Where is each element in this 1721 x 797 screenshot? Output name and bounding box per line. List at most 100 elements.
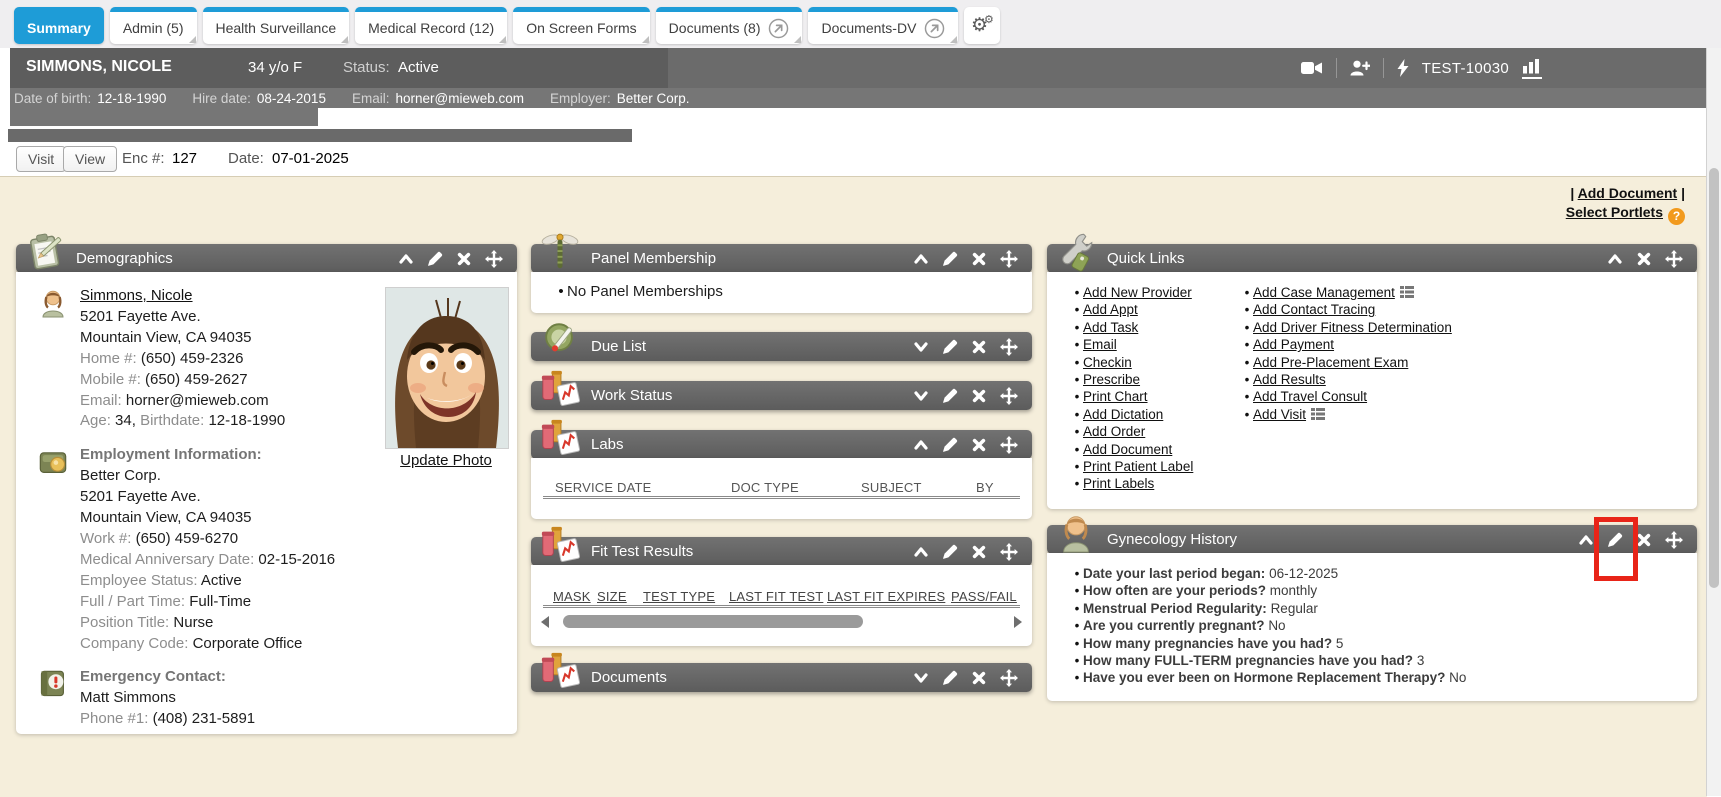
popout-icon[interactable] bbox=[924, 18, 945, 39]
move-icon[interactable] bbox=[1000, 436, 1018, 454]
move-icon[interactable] bbox=[1000, 250, 1018, 268]
quick-link[interactable]: Add Contact Tracing bbox=[1253, 301, 1375, 318]
fit-test-column-header[interactable]: SIZE bbox=[597, 589, 627, 604]
quick-link[interactable]: Add Results bbox=[1253, 371, 1326, 388]
tab-health-surveillance[interactable]: Health Surveillance bbox=[203, 7, 350, 44]
collapse-icon[interactable] bbox=[1578, 532, 1594, 548]
collapse-icon[interactable] bbox=[913, 544, 929, 560]
expand-icon[interactable] bbox=[913, 339, 929, 355]
edit-icon[interactable] bbox=[942, 251, 958, 267]
quick-link[interactable]: Add Pre-Placement Exam bbox=[1253, 354, 1408, 371]
bullet: • bbox=[1071, 475, 1083, 492]
collapse-icon[interactable] bbox=[913, 251, 929, 267]
edit-icon[interactable] bbox=[1607, 532, 1623, 548]
edit-icon[interactable] bbox=[942, 388, 958, 404]
collapse-icon[interactable] bbox=[1607, 251, 1623, 267]
close-icon[interactable] bbox=[1636, 532, 1652, 548]
scrollbar-track[interactable] bbox=[555, 615, 1008, 628]
move-icon[interactable] bbox=[1000, 338, 1018, 356]
lab-bottles-icon bbox=[539, 368, 581, 410]
tab-on-screen-forms[interactable]: On Screen Forms bbox=[513, 7, 649, 44]
expand-icon[interactable] bbox=[913, 388, 929, 404]
tab-documents-dv[interactable]: Documents-DV bbox=[808, 7, 958, 44]
quick-link[interactable]: Print Labels bbox=[1083, 475, 1154, 492]
quick-link[interactable]: Email bbox=[1083, 336, 1117, 353]
quick-link[interactable]: Add Order bbox=[1083, 423, 1145, 440]
close-icon[interactable] bbox=[971, 544, 987, 560]
collapse-icon[interactable] bbox=[398, 251, 414, 267]
bullet: • bbox=[1241, 388, 1253, 405]
scroll-right-arrow[interactable] bbox=[1014, 616, 1022, 628]
fit-test-column-header[interactable]: MASK bbox=[553, 589, 591, 604]
quick-link[interactable]: Add Visit bbox=[1253, 407, 1306, 422]
patient-photo[interactable] bbox=[385, 287, 509, 449]
close-icon[interactable] bbox=[971, 437, 987, 453]
bullet: • bbox=[1071, 617, 1083, 634]
move-icon[interactable] bbox=[1000, 543, 1018, 561]
quick-link[interactable]: Add Driver Fitness Determination bbox=[1253, 319, 1452, 336]
popout-icon[interactable] bbox=[768, 18, 789, 39]
quick-link[interactable]: Checkin bbox=[1083, 354, 1132, 371]
tab-documents[interactable]: Documents (8) bbox=[656, 7, 803, 44]
quick-link[interactable]: Add Dictation bbox=[1083, 406, 1163, 423]
expand-icon[interactable] bbox=[913, 670, 929, 686]
fit-test-column-header[interactable]: PASS/FAIL bbox=[951, 589, 1017, 604]
tab-medical-record[interactable]: Medical Record (12) bbox=[355, 7, 507, 44]
close-icon[interactable] bbox=[971, 670, 987, 686]
bar-chart-icon[interactable] bbox=[1522, 58, 1542, 79]
lab-bottles-icon bbox=[539, 524, 581, 566]
tab-summary[interactable]: Summary bbox=[14, 7, 104, 44]
tab-label: Health Surveillance bbox=[216, 20, 337, 36]
quick-link[interactable]: Add New Provider bbox=[1083, 284, 1192, 301]
edit-icon[interactable] bbox=[942, 339, 958, 355]
quick-link[interactable]: Add Case Management bbox=[1253, 285, 1395, 300]
gyn-question: How often are your periods? bbox=[1083, 583, 1266, 598]
add-document-link[interactable]: Add Document bbox=[1578, 185, 1678, 201]
quick-link[interactable]: Add Appt bbox=[1083, 301, 1138, 318]
lightning-bolt-icon[interactable] bbox=[1397, 59, 1409, 77]
quick-link[interactable]: Add Document bbox=[1083, 441, 1172, 458]
edit-icon[interactable] bbox=[942, 437, 958, 453]
close-icon[interactable] bbox=[971, 388, 987, 404]
quick-link[interactable]: Print Patient Label bbox=[1083, 458, 1193, 475]
scroll-left-arrow[interactable] bbox=[541, 616, 549, 628]
help-icon[interactable]: ? bbox=[1668, 208, 1685, 225]
move-icon[interactable] bbox=[1000, 387, 1018, 405]
fit-test-column-header[interactable]: LAST FIT TEST bbox=[729, 589, 823, 604]
scrollbar-thumb[interactable] bbox=[563, 615, 863, 628]
vertical-scrollbar[interactable] bbox=[1706, 48, 1721, 796]
view-button[interactable]: View bbox=[63, 146, 117, 172]
edit-icon[interactable] bbox=[427, 251, 443, 267]
close-icon[interactable] bbox=[971, 251, 987, 267]
quick-link[interactable]: Prescribe bbox=[1083, 371, 1140, 388]
fit-test-column-header[interactable]: LAST FIT EXPIRES bbox=[827, 589, 945, 604]
close-icon[interactable] bbox=[1636, 251, 1652, 267]
fit-test-column-header[interactable]: TEST TYPE bbox=[643, 589, 715, 604]
video-camera-icon[interactable] bbox=[1301, 61, 1323, 75]
quick-link[interactable]: Add Travel Consult bbox=[1253, 388, 1367, 405]
collapse-icon[interactable] bbox=[913, 437, 929, 453]
quick-link[interactable]: Add Task bbox=[1083, 319, 1138, 336]
close-icon[interactable] bbox=[456, 251, 472, 267]
quick-link[interactable]: Print Chart bbox=[1083, 388, 1148, 405]
move-icon[interactable] bbox=[1665, 531, 1683, 549]
move-icon[interactable] bbox=[1665, 250, 1683, 268]
select-portlets-link[interactable]: Select Portlets bbox=[1566, 204, 1663, 220]
portlet-title: Work Status bbox=[591, 387, 672, 404]
move-icon[interactable] bbox=[485, 250, 503, 268]
move-icon[interactable] bbox=[1000, 669, 1018, 687]
banner-actions: TEST-10030 bbox=[1301, 48, 1542, 88]
tab-settings-gear[interactable]: ⚙⚙ bbox=[964, 7, 1000, 44]
patient-name-link[interactable]: Simmons, Nicole bbox=[80, 287, 193, 304]
tab-label: Summary bbox=[27, 20, 91, 36]
update-photo-link[interactable]: Update Photo bbox=[400, 452, 492, 469]
quick-link[interactable]: Add Payment bbox=[1253, 336, 1334, 353]
portlet-title: Labs bbox=[591, 436, 624, 453]
visit-button[interactable]: Visit bbox=[16, 146, 66, 172]
edit-icon[interactable] bbox=[942, 670, 958, 686]
tab-admin[interactable]: Admin (5) bbox=[110, 7, 197, 44]
close-icon[interactable] bbox=[971, 339, 987, 355]
edit-icon[interactable] bbox=[942, 544, 958, 560]
add-person-icon[interactable] bbox=[1350, 60, 1370, 76]
scrollbar-thumb[interactable] bbox=[1709, 168, 1719, 588]
